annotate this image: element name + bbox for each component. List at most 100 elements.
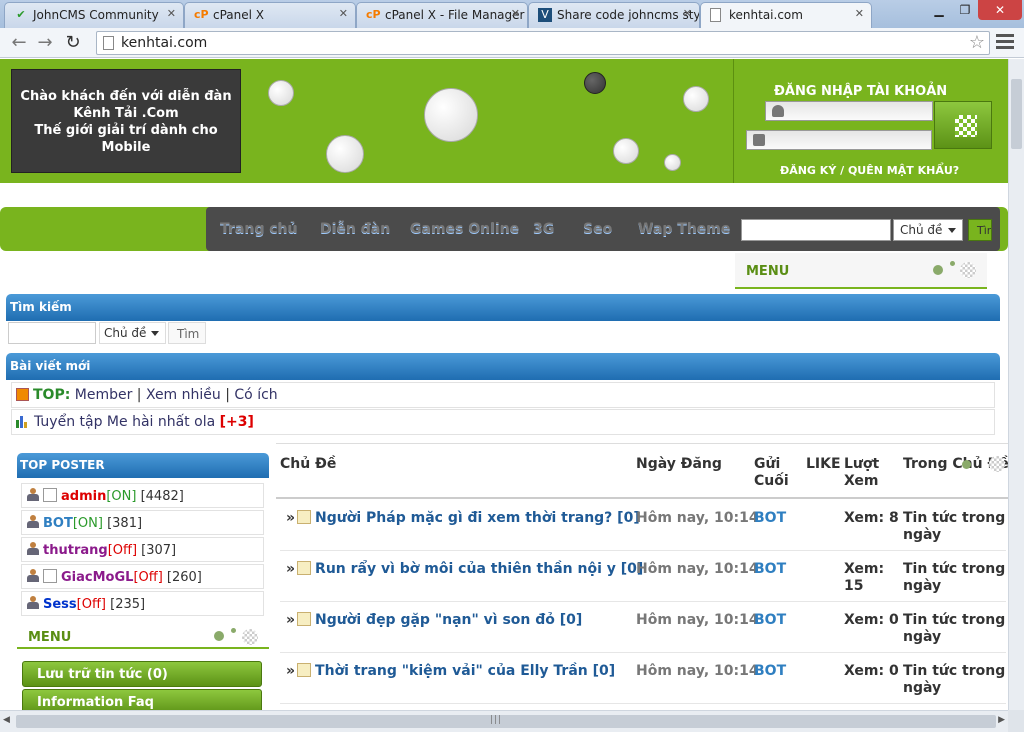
information-faq-button[interactable]: Information Faq (22, 689, 262, 710)
scroll-thumb[interactable] (16, 715, 996, 728)
reload-icon[interactable]: ↻ (62, 32, 84, 54)
chevron-down-icon (948, 228, 956, 233)
close-icon[interactable]: ✕ (855, 7, 864, 20)
nav-topic-select[interactable]: Chủ đề (893, 219, 963, 241)
category-link[interactable]: Tin tức trong ngày (903, 663, 1007, 697)
search-button[interactable]: Tìm (168, 322, 206, 344)
featured-post-row: Tuyển tập Me hài nhất ola [+3] (11, 409, 995, 435)
nav-link-seo[interactable]: Seo (583, 221, 612, 237)
browser-tab[interactable]: ✔ JohnCMS Community ✕ (4, 2, 184, 28)
tab-title: Share code johncms sty (557, 8, 700, 22)
top-link-most-viewed[interactable]: Xem nhiều (146, 387, 221, 403)
date-cell: Hôm nay, 10:14 (636, 663, 759, 679)
password-field[interactable] (746, 130, 932, 150)
top-link-useful[interactable]: Có ích (234, 387, 277, 403)
document-icon (297, 663, 312, 677)
poster-count: [307] (141, 543, 177, 558)
search-input[interactable] (8, 322, 96, 344)
decor-bubble (424, 88, 478, 142)
top-link-member[interactable]: Member (75, 387, 133, 403)
checkmark-icon: ✔ (16, 8, 26, 21)
nav-link-3g[interactable]: 3G (533, 221, 554, 237)
close-icon[interactable]: ✕ (167, 7, 176, 20)
last-poster-link[interactable]: BOT (754, 663, 786, 680)
register-forgot-link[interactable]: ĐĂNG KÝ / QUÊN MẬT KHẨU? (780, 164, 959, 177)
minimize-icon[interactable]: ▁ (926, 0, 952, 20)
nav-search-input[interactable] (741, 219, 891, 241)
last-poster-link[interactable]: BOT (754, 510, 786, 527)
poster-name[interactable]: BOT (43, 516, 73, 531)
page-viewport: Chào khách đến với diễn đàn Kênh Tải .Co… (0, 59, 1008, 710)
topic-cell: » Người Pháp mặc gì đi xem thời trang? [0… (286, 510, 640, 527)
horizontal-scrollbar[interactable]: ◀ ||| ▶ (0, 710, 1008, 732)
poster-name[interactable]: admin (61, 489, 106, 504)
scroll-left-arrow-icon[interactable]: ◀ (3, 715, 10, 725)
close-icon[interactable]: ✕ (511, 7, 520, 20)
poster-name[interactable]: thutrang (43, 543, 108, 558)
poster-count: [260] (166, 570, 202, 585)
topic-link[interactable]: Run rẩy vì bờ môi của thiên thần nội y [… (315, 561, 643, 577)
back-arrow-icon[interactable]: ← (8, 32, 30, 54)
header-last-post: Gửi Cuối (754, 456, 789, 490)
tab-title: kenhtai.com (729, 8, 803, 22)
close-icon[interactable]: ✕ (339, 7, 348, 20)
bookmark-star-icon[interactable]: ☆ (969, 32, 985, 53)
browser-menu-icon[interactable] (996, 34, 1014, 52)
last-poster-link[interactable]: BOT (754, 561, 786, 578)
bullet-icon: » (286, 561, 296, 577)
topic-link[interactable]: Người đẹp gặp "nạn" vì son đỏ [0] (315, 612, 582, 628)
topic-select[interactable]: Chủ đề (99, 322, 166, 344)
bullet-icon: » (286, 663, 296, 679)
archive-news-button[interactable]: Lưu trữ tin tức (0) (22, 661, 262, 687)
close-icon[interactable]: ✕ (683, 7, 692, 20)
category-link[interactable]: Tin tức trong ngày (903, 561, 1007, 595)
scroll-thumb[interactable] (1011, 79, 1022, 149)
nav-link-games[interactable]: Games Online (410, 221, 519, 237)
top-poster-row: thutrang[Off] [307] (21, 537, 264, 562)
vertical-scrollbar[interactable] (1008, 59, 1024, 710)
cpanel-icon: cP (194, 8, 209, 21)
scroll-right-arrow-icon[interactable]: ▶ (998, 715, 1005, 725)
browser-tab-active[interactable]: kenhtai.com ✕ (700, 2, 872, 29)
nav-link-home[interactable]: Trang chủ (220, 221, 297, 237)
poster-name[interactable]: Sess (43, 597, 77, 612)
header-date: Ngày Đăng (636, 456, 722, 472)
category-link[interactable]: Tin tức trong ngày (903, 612, 1007, 646)
date-cell: Hôm nay, 10:14 (636, 510, 759, 526)
category-link[interactable]: Tin tức trong ngày (903, 510, 1007, 544)
nav-search-button[interactable]: Tìm (968, 219, 992, 241)
browser-tab[interactable]: cP cPanel X - File Manager ✕ (356, 2, 528, 28)
menu-title: MENU (746, 264, 790, 279)
forward-arrow-icon[interactable]: → (34, 32, 56, 54)
bullet-icon: » (286, 612, 296, 628)
topic-link[interactable]: Người Pháp mặc gì đi xem thời trang? [0] (315, 510, 640, 526)
featured-post-link[interactable]: Tuyển tập Me hài nhất ola (34, 414, 215, 430)
new-posts-section-title: Bài viết mới (6, 353, 1000, 380)
welcome-line: Chào khách đến với diễn đàn (20, 89, 232, 104)
left-column: TOP POSTER admin[ON] [4482] BOT[ON] [381]… (17, 453, 271, 710)
browser-tab[interactable]: cP cPanel X ✕ (184, 2, 356, 28)
url-text: kenhtai.com (121, 35, 208, 51)
views-cell: Xem: 0 (844, 663, 899, 679)
nav-link-wap-theme[interactable]: Wap Theme (638, 221, 730, 237)
date-cell: Hôm nay, 10:14 (636, 612, 759, 628)
scroll-grip-icon: ||| (490, 715, 503, 725)
user-checkbox[interactable] (43, 569, 57, 583)
user-checkbox[interactable] (43, 488, 57, 502)
last-poster-link[interactable]: BOT (754, 612, 786, 629)
table-row: » Run rẩy vì bờ môi của thiên thần nội y … (276, 551, 1008, 602)
login-arrow-icon (955, 115, 977, 137)
maximize-icon[interactable]: ❐ (952, 0, 978, 20)
address-bar[interactable]: kenhtai.com ☆ (96, 31, 990, 55)
user-avatar-icon (26, 596, 40, 609)
nav-link-forum[interactable]: Diễn đàn (320, 221, 390, 237)
welcome-box: Chào khách đến với diễn đàn Kênh Tải .Co… (11, 69, 241, 173)
username-field[interactable] (765, 101, 933, 121)
topic-link[interactable]: Thời trang "kiệm vải" của Elly Trần [0] (315, 663, 615, 679)
login-button[interactable] (934, 101, 992, 149)
tab-title: JohnCMS Community (33, 8, 159, 22)
window-close-icon[interactable]: ✕ (978, 0, 1022, 20)
browser-tab[interactable]: V Share code johncms sty ✕ (528, 2, 700, 28)
header-views-line: Lượt (844, 456, 880, 472)
poster-name[interactable]: GiacMoGL (61, 570, 133, 585)
